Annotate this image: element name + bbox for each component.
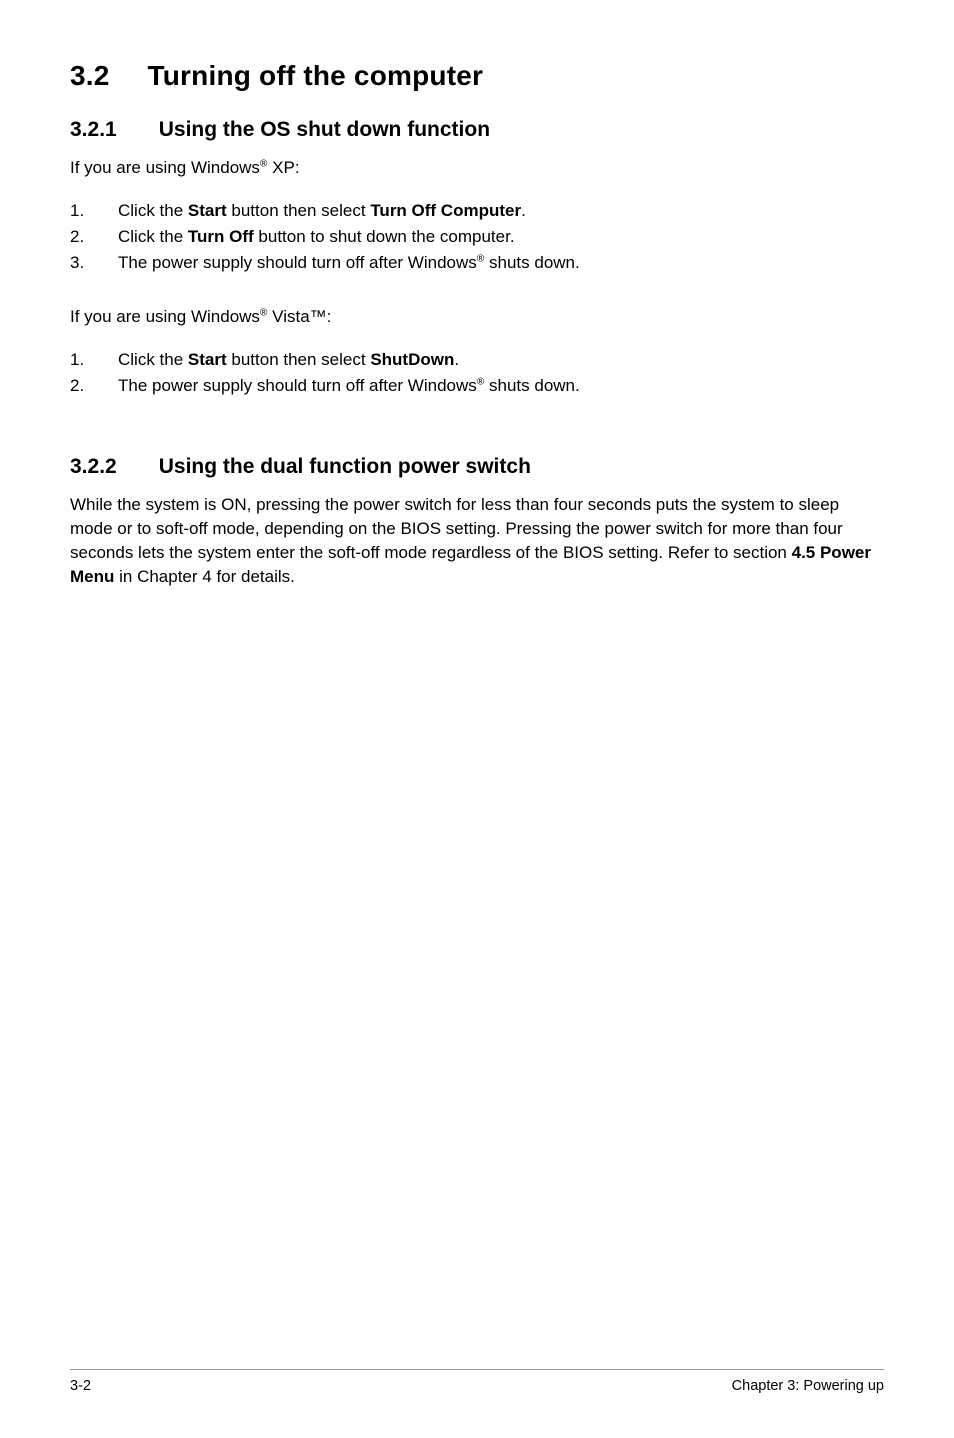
para-dual-switch: While the system is ON, pressing the pow… bbox=[70, 493, 884, 588]
subsection-heading: 3.2.1 Using the OS shut down function bbox=[70, 118, 884, 142]
footer-chapter: Chapter 3: Powering up bbox=[732, 1378, 884, 1394]
step-text: Click the Turn Off button to shut down t… bbox=[118, 224, 884, 250]
list-item: 1. Click the Start button then select Sh… bbox=[70, 347, 884, 373]
subsection-title-text: Using the OS shut down function bbox=[159, 118, 490, 141]
subsection-heading: 3.2.2 Using the dual function power switc… bbox=[70, 455, 884, 479]
section-number: 3.2 bbox=[70, 60, 110, 92]
intro-xp: If you are using Windows® XP: bbox=[70, 156, 884, 180]
step-number: 2. bbox=[70, 224, 118, 250]
list-item: 2. Click the Turn Off button to shut dow… bbox=[70, 224, 884, 250]
intro-vista: If you are using Windows® Vista™: bbox=[70, 305, 884, 329]
page-footer: 3-2 Chapter 3: Powering up bbox=[70, 1369, 884, 1394]
list-item: 1. Click the Start button then select Tu… bbox=[70, 198, 884, 224]
intro-xp-pre: If you are using Windows bbox=[70, 158, 260, 177]
step-text: The power supply should turn off after W… bbox=[118, 373, 884, 399]
step-number: 2. bbox=[70, 373, 118, 399]
step-number: 3. bbox=[70, 250, 118, 276]
intro-vista-post: Vista™: bbox=[267, 307, 331, 326]
footer-page-number: 3-2 bbox=[70, 1378, 91, 1394]
step-text: The power supply should turn off after W… bbox=[118, 250, 884, 276]
step-number: 1. bbox=[70, 198, 118, 224]
step-text: Click the Start button then select ShutD… bbox=[118, 347, 884, 373]
subsection-number: 3.2.1 bbox=[70, 118, 117, 142]
steps-vista: 1. Click the Start button then select Sh… bbox=[70, 347, 884, 400]
section-title-text: Turning off the computer bbox=[148, 60, 484, 91]
subsection-number: 3.2.2 bbox=[70, 455, 117, 479]
section-heading: 3.2 Turning off the computer bbox=[70, 60, 884, 92]
list-item: 3. The power supply should turn off afte… bbox=[70, 250, 884, 276]
intro-vista-pre: If you are using Windows bbox=[70, 307, 260, 326]
intro-xp-post: XP: bbox=[267, 158, 299, 177]
list-item: 2. The power supply should turn off afte… bbox=[70, 373, 884, 399]
step-text: Click the Start button then select Turn … bbox=[118, 198, 884, 224]
subsection-title-text: Using the dual function power switch bbox=[159, 455, 531, 478]
steps-xp: 1. Click the Start button then select Tu… bbox=[70, 198, 884, 277]
step-number: 1. bbox=[70, 347, 118, 373]
